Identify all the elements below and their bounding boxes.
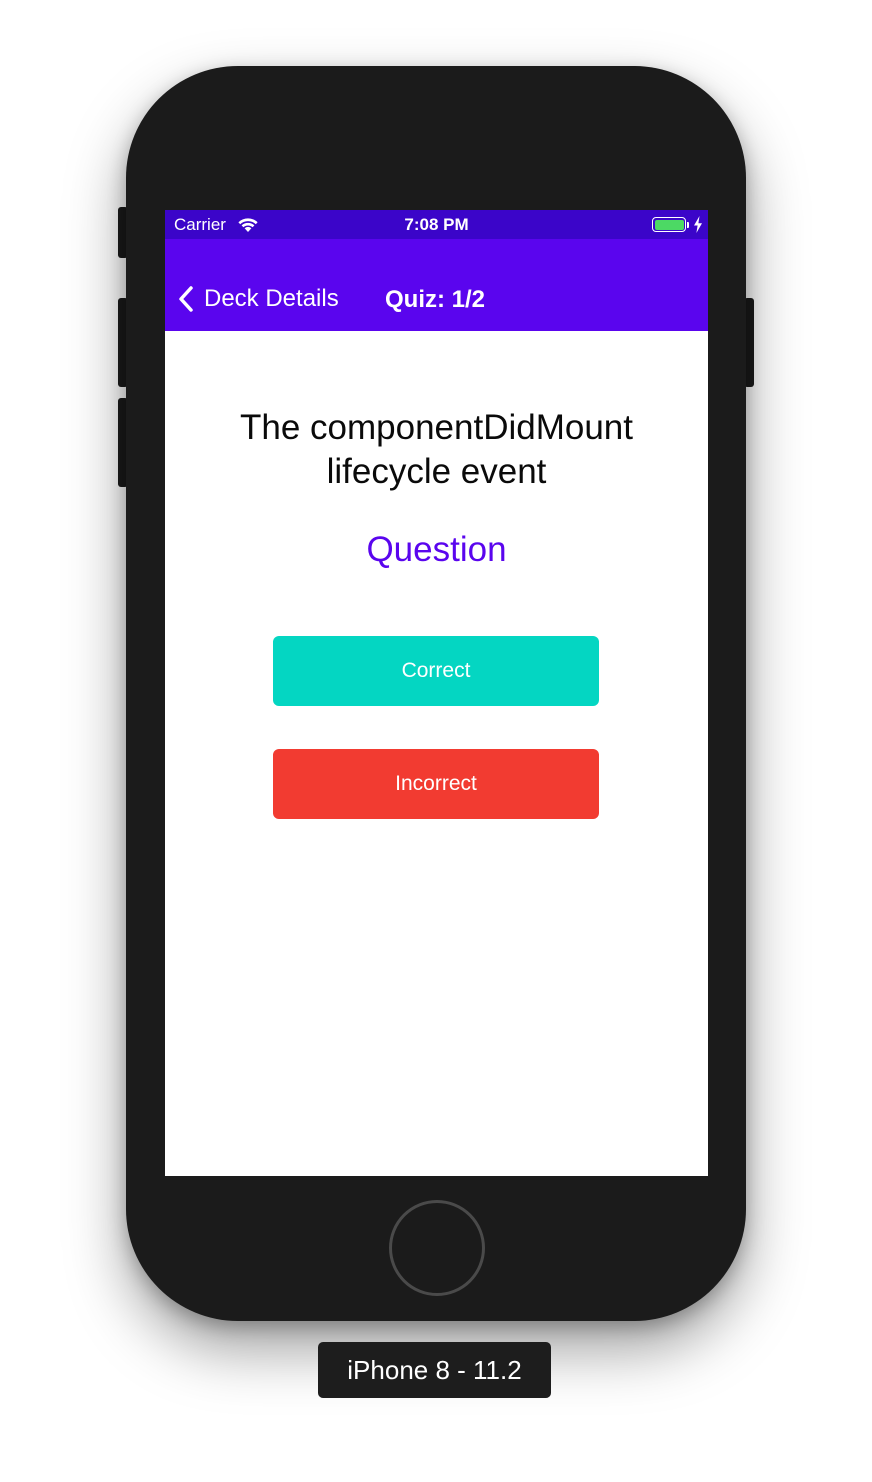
home-button[interactable]: [389, 1200, 485, 1296]
back-button-label: Deck Details: [204, 285, 339, 312]
battery-level-fill: [654, 219, 684, 230]
correct-button[interactable]: Correct: [273, 636, 599, 706]
chevron-left-icon: [179, 286, 193, 312]
navigation-bar: Deck Details Quiz: 1/2: [165, 239, 708, 331]
battery-tip: [687, 222, 689, 228]
back-button[interactable]: Deck Details: [177, 283, 339, 315]
incorrect-button-label: Incorrect: [395, 772, 477, 795]
incorrect-button[interactable]: Incorrect: [273, 749, 599, 819]
status-bar: Carrier 7:08 PM: [165, 210, 708, 239]
device-label-text: iPhone 8 - 11.2: [347, 1354, 522, 1385]
show-question-toggle[interactable]: Question: [165, 528, 708, 572]
battery-icon: [652, 217, 686, 232]
correct-button-label: Correct: [401, 659, 471, 682]
card-text: The componentDidMount lifecycle event: [240, 408, 633, 491]
app-screen: Carrier 7:08 PM Deck Details Quiz: 1/2 T…: [165, 210, 708, 1176]
status-time: 7:08 PM: [404, 215, 469, 234]
bolt-icon: [694, 216, 702, 233]
page-title: Quiz: 1/2: [385, 286, 486, 313]
device-label: iPhone 8 - 11.2: [318, 1342, 551, 1398]
simulator-stage: Carrier 7:08 PM Deck Details Quiz: 1/2 T…: [0, 0, 872, 1482]
